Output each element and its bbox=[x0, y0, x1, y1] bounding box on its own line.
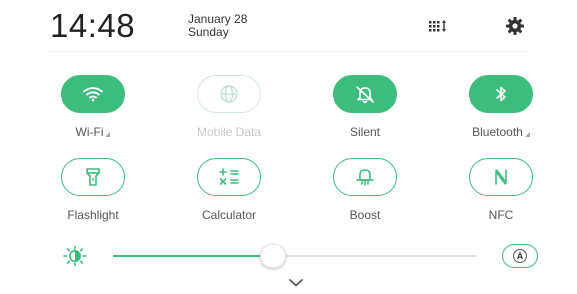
status-header: 14:48 January 28 Sunday bbox=[0, 0, 577, 52]
calculator-toggle[interactable] bbox=[197, 158, 261, 196]
bell-off-icon bbox=[356, 86, 374, 104]
tile-label: Bluetooth bbox=[442, 125, 560, 139]
nfc-toggle[interactable] bbox=[469, 158, 533, 196]
globe-icon bbox=[220, 85, 238, 103]
weekday-text: Sunday bbox=[188, 25, 229, 39]
chevron-down-icon[interactable] bbox=[287, 276, 305, 288]
sun-icon bbox=[62, 245, 88, 267]
tile-flashlight[interactable]: Flashlight bbox=[34, 158, 154, 226]
tile-wifi[interactable]: Wi-Fi bbox=[34, 75, 154, 143]
bluetooth-icon bbox=[496, 86, 506, 102]
silent-toggle[interactable] bbox=[333, 75, 397, 113]
header-divider bbox=[48, 51, 528, 52]
bluetooth-toggle[interactable] bbox=[469, 75, 533, 113]
tile-label: NFC bbox=[488, 208, 514, 222]
auto-brightness-button[interactable]: A bbox=[502, 244, 538, 268]
flashlight-toggle[interactable] bbox=[61, 158, 125, 196]
grid-sort-icon[interactable] bbox=[426, 14, 450, 38]
tile-label: Mobile Data bbox=[196, 125, 262, 139]
tile-boost[interactable]: Boost bbox=[306, 158, 426, 226]
more-options-corner bbox=[105, 132, 111, 137]
calculator-icon bbox=[219, 168, 239, 185]
brightness-slider[interactable] bbox=[113, 255, 477, 257]
tile-label: Wi-Fi bbox=[34, 125, 152, 139]
tile-label: Flashlight bbox=[67, 208, 119, 222]
auto-brightness-label: A bbox=[513, 249, 527, 263]
flashlight-icon bbox=[86, 168, 100, 186]
tile-label: Silent bbox=[349, 125, 381, 139]
more-options-corner bbox=[524, 132, 530, 137]
gear-icon[interactable] bbox=[503, 14, 527, 38]
tile-nfc[interactable]: NFC bbox=[442, 158, 562, 226]
date-block: January 28 Sunday bbox=[188, 13, 247, 39]
tile-bluetooth[interactable]: Bluetooth bbox=[442, 75, 562, 143]
clock-time: 14:48 bbox=[50, 7, 136, 44]
tile-label: Boost bbox=[349, 208, 381, 222]
boost-toggle[interactable] bbox=[333, 158, 397, 196]
boost-icon bbox=[356, 169, 374, 186]
mobile-data-toggle[interactable] bbox=[197, 75, 261, 113]
tile-calculator[interactable]: Calculator bbox=[170, 158, 290, 226]
tile-label: Calculator bbox=[201, 208, 257, 222]
quick-settings-panel: 14:48 January 28 Sunday Wi-Fi Mobile Dat… bbox=[0, 0, 577, 291]
wifi-toggle[interactable] bbox=[61, 75, 125, 113]
tile-silent[interactable]: Silent bbox=[306, 75, 426, 143]
tile-mobile-data[interactable]: Mobile Data bbox=[170, 75, 290, 143]
wifi-icon bbox=[83, 87, 103, 102]
brightness-fill bbox=[113, 255, 274, 257]
nfc-icon bbox=[495, 169, 507, 185]
brightness-thumb[interactable] bbox=[260, 244, 287, 268]
